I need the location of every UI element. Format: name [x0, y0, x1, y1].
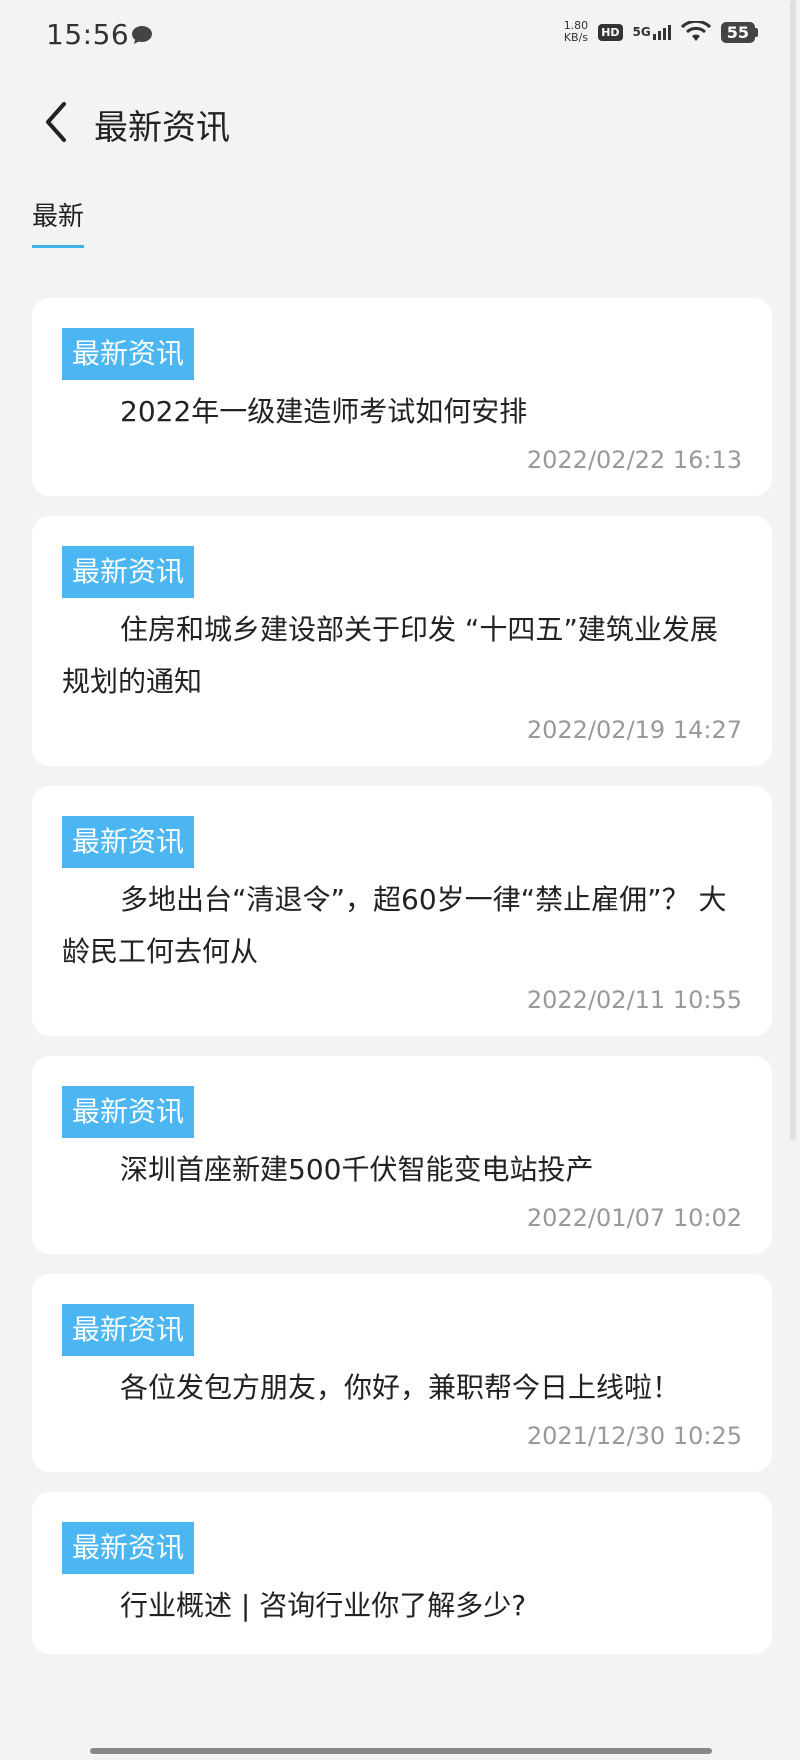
status-indicators: 1.80 KB/s HD 5G 55 — [564, 20, 758, 44]
news-title: 深圳首座新建500千伏智能变电站投产 — [120, 1153, 594, 1186]
message-icon — [132, 26, 152, 44]
news-card[interactable]: 最新资讯 多地出台“清退令”，超60岁一律“禁止雇佣”？ 大龄民工何去何从 20… — [32, 786, 772, 1036]
news-card[interactable]: 最新资讯 深圳首座新建500千伏智能变电站投产 2022/01/07 10:02 — [32, 1056, 772, 1254]
back-arrow-icon[interactable] — [40, 100, 70, 144]
tab-bar: 最新 — [32, 196, 85, 248]
hd-icon: HD — [598, 23, 623, 41]
news-list: 最新资讯 2022年一级建造师考试如何安排 2022/02/22 16:13 最… — [32, 298, 772, 1674]
network-speed-unit: KB/s — [563, 31, 589, 44]
news-card[interactable]: 最新资讯 2022年一级建造师考试如何安排 2022/02/22 16:13 — [32, 298, 772, 496]
header: 最新资讯 — [0, 90, 800, 154]
signal-label: 5G — [632, 24, 651, 39]
news-card[interactable]: 最新资讯 各位发包方朋友，你好，兼职帮今日上线啦！ 2021/12/30 10:… — [32, 1274, 772, 1472]
network-speed: 1.80 KB/s — [564, 20, 589, 44]
home-indicator[interactable] — [90, 1748, 712, 1754]
news-date: 2022/02/11 10:55 — [526, 986, 742, 1014]
scrollbar[interactable] — [790, 0, 796, 1140]
battery-icon: 55 — [720, 21, 758, 43]
news-date: 2022/01/07 10:02 — [526, 1204, 742, 1232]
news-card[interactable]: 最新资讯 行业概述 | 咨询行业你了解多少? — [32, 1492, 772, 1654]
news-date: 2021/12/30 10:25 — [526, 1422, 742, 1450]
news-title: 2022年一级建造师考试如何安排 — [120, 395, 528, 428]
news-title: 住房和城乡建设部关于印发 “十四五”建筑业发展规划的通知 — [62, 613, 718, 698]
news-date: 2022/02/22 16:13 — [526, 446, 742, 474]
category-badge: 最新资讯 — [62, 1086, 195, 1138]
news-title: 多地出台“清退令”，超60岁一律“禁止雇佣”？ 大龄民工何去何从 — [62, 883, 727, 968]
news-title: 各位发包方朋友，你好，兼职帮今日上线啦！ — [120, 1371, 681, 1404]
news-title: 行业概述 | 咨询行业你了解多少? — [120, 1589, 527, 1622]
status-bar: 15:56 1.80 KB/s HD 5G 55 — [0, 0, 800, 74]
news-card[interactable]: 最新资讯 住房和城乡建设部关于印发 “十四五”建筑业发展规划的通知 2022/0… — [32, 516, 772, 766]
battery-level: 55 — [720, 21, 755, 43]
category-badge: 最新资讯 — [62, 328, 195, 380]
category-badge: 最新资讯 — [62, 1304, 195, 1356]
category-badge: 最新资讯 — [62, 1522, 195, 1574]
category-badge: 最新资讯 — [62, 816, 195, 868]
wifi-icon — [680, 21, 711, 41]
category-badge: 最新资讯 — [62, 546, 195, 598]
signal-icon: 5G — [632, 24, 671, 40]
tab-latest[interactable]: 最新 — [32, 196, 85, 248]
status-time: 15:56 — [46, 18, 130, 51]
page-title: 最新资讯 — [94, 108, 230, 148]
news-date: 2022/02/19 14:27 — [526, 716, 742, 744]
